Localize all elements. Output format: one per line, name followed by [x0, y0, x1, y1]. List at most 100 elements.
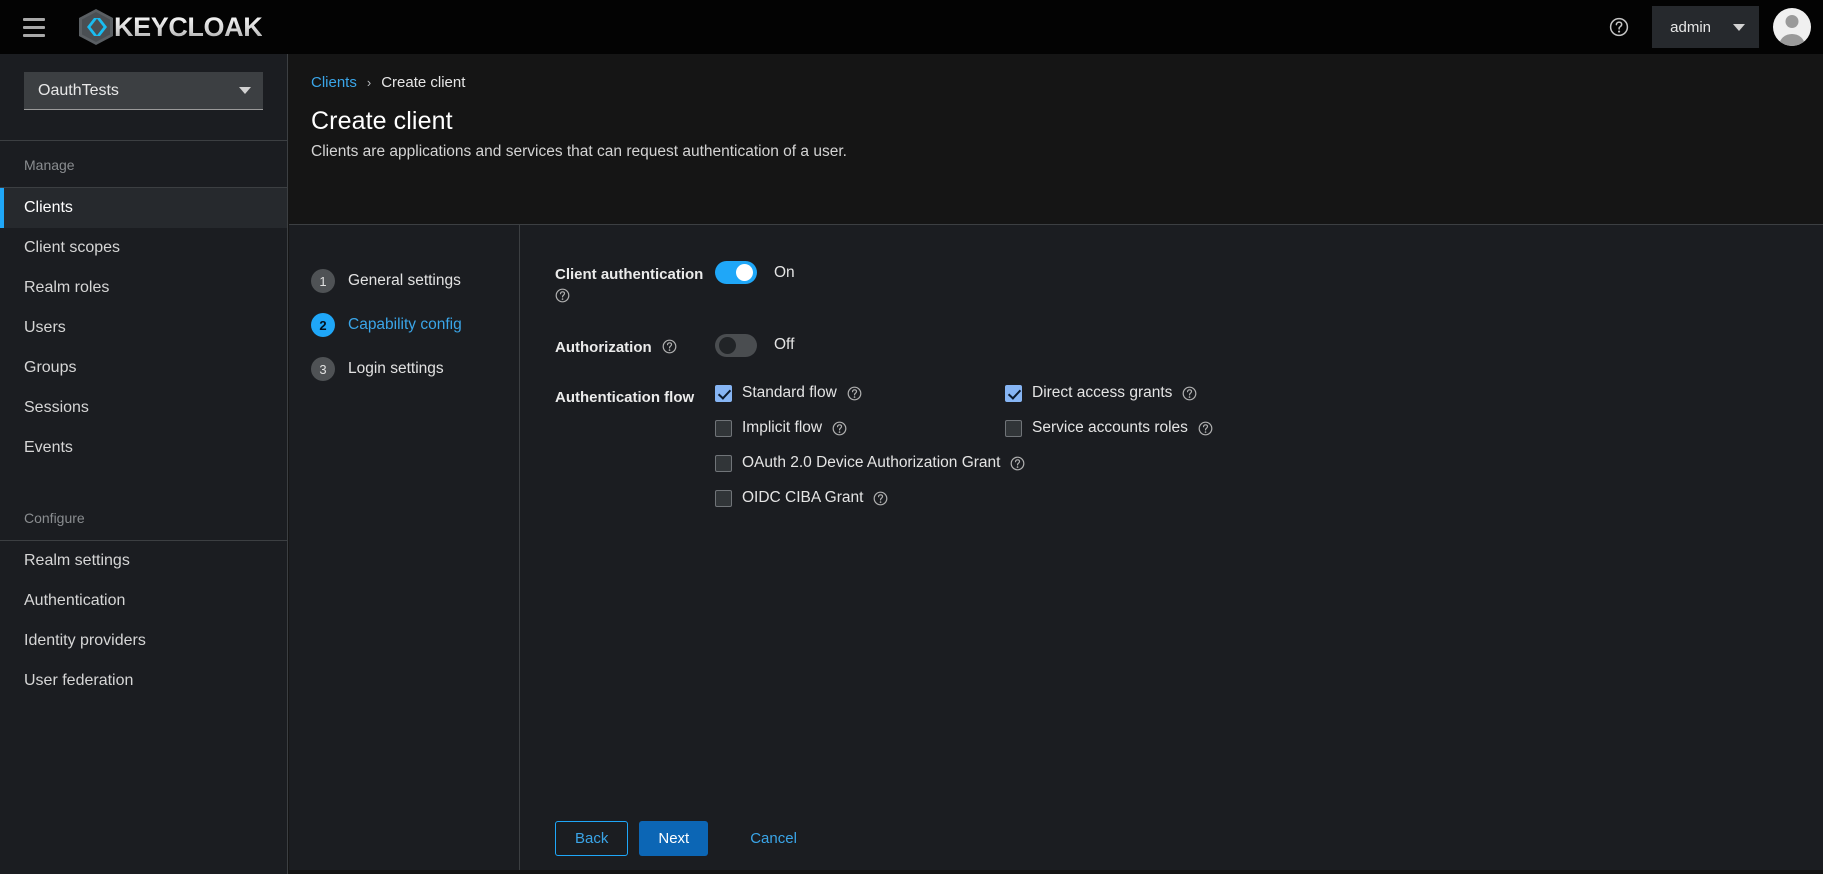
- page-subtitle: Clients are applications and services th…: [311, 143, 847, 160]
- wizard-step-capability-config[interactable]: 2 Capability config: [311, 307, 519, 343]
- checkbox-box: [715, 454, 732, 472]
- help-icon[interactable]: [1598, 6, 1640, 48]
- form-row-client-authentication: Client authentication On: [555, 261, 1823, 308]
- checkbox-label: Implicit flow: [742, 419, 823, 437]
- form-row-authentication-flow: Authentication flow Standard flow Direct…: [555, 384, 1823, 507]
- wizard-footer: Back Next Cancel: [555, 821, 816, 856]
- sidebar-item-label: Identity providers: [24, 632, 146, 649]
- checkbox-box: [715, 419, 732, 437]
- sidebar-item-users[interactable]: Users: [0, 308, 287, 348]
- checkbox-box: [715, 489, 732, 507]
- checkbox-box: [1005, 384, 1022, 402]
- sidebar-item-sessions[interactable]: Sessions: [0, 388, 287, 428]
- wizard-step-login-settings[interactable]: 3 Login settings: [311, 351, 519, 387]
- authentication-flow-checkbox-grid: Standard flow Direct access grants Impli…: [715, 384, 1823, 507]
- authorization-toggle-line: Off: [715, 333, 1823, 357]
- help-circle-icon[interactable]: [1010, 456, 1025, 471]
- sidebar-item-events[interactable]: Events: [0, 428, 287, 468]
- client-authentication-toggle-line: On: [715, 261, 1823, 284]
- realm-selector-value: OauthTests: [38, 81, 119, 99]
- avatar[interactable]: [1773, 8, 1811, 46]
- help-circle-icon[interactable]: [873, 491, 888, 506]
- sidebar-item-authentication[interactable]: Authentication: [0, 581, 287, 621]
- sidebar-item-realm-roles[interactable]: Realm roles: [0, 268, 287, 308]
- authentication-flow-control: Standard flow Direct access grants Impli…: [715, 384, 1823, 507]
- page-header: Clients › Create client Create client Cl…: [289, 54, 1823, 183]
- step-label: General settings: [348, 272, 461, 289]
- create-client-wizard: 1 General settings 2 Capability config 3…: [289, 224, 1823, 874]
- help-circle-icon[interactable]: [832, 421, 847, 436]
- checkbox-standard-flow[interactable]: Standard flow: [715, 384, 1005, 402]
- breadcrumb-link-clients[interactable]: Clients: [311, 74, 357, 91]
- realm-selector[interactable]: OauthTests: [24, 72, 263, 110]
- sidebar-item-label: Realm roles: [24, 279, 110, 296]
- wizard-step-general-settings[interactable]: 1 General settings: [311, 263, 519, 299]
- brand-logo[interactable]: KEYCLOAK: [76, 8, 263, 46]
- checkbox-label: Standard flow: [742, 384, 837, 402]
- user-menu-button[interactable]: admin: [1652, 6, 1759, 48]
- sidebar-item-realm-settings[interactable]: Realm settings: [0, 541, 287, 581]
- step-number: 3: [311, 357, 335, 381]
- step-label: Login settings: [348, 360, 444, 377]
- authorization-label: Authorization: [555, 334, 715, 359]
- hamburger-bar-2: [23, 25, 45, 29]
- checkbox-box: [1005, 419, 1022, 437]
- chevron-right-icon: ›: [366, 75, 372, 90]
- label-text: Authorization: [555, 338, 652, 356]
- realm-selector-wrapper: OauthTests: [0, 54, 287, 140]
- sidebar-item-user-federation[interactable]: User federation: [0, 661, 287, 701]
- step-number: 1: [311, 269, 335, 293]
- help-circle-icon[interactable]: [555, 288, 570, 303]
- sidebar-item-clients[interactable]: Clients: [0, 188, 287, 228]
- next-button[interactable]: Next: [639, 821, 709, 856]
- checkbox-label: OAuth 2.0 Device Authorization Grant: [742, 454, 1001, 472]
- sidebar-item-label: Sessions: [24, 399, 89, 416]
- nav-section-manage-title: Manage: [24, 157, 75, 173]
- main-content: Clients › Create client Create client Cl…: [289, 54, 1823, 874]
- chevron-down-icon: [1733, 23, 1745, 31]
- help-circle-icon[interactable]: [1182, 386, 1197, 401]
- breadcrumb: Clients › Create client: [311, 74, 1823, 91]
- authentication-flow-label: Authentication flow: [555, 384, 715, 507]
- authorization-toggle[interactable]: [715, 333, 757, 357]
- checkbox-oidc-ciba-grant[interactable]: OIDC CIBA Grant: [715, 489, 1823, 507]
- nav-section-configure-title: Configure: [24, 510, 85, 526]
- back-button[interactable]: Back: [555, 821, 629, 856]
- help-circle-icon[interactable]: [847, 386, 862, 401]
- checkbox-label: Direct access grants: [1032, 384, 1173, 402]
- masthead: KEYCLOAK admin: [0, 0, 1823, 54]
- label-text: Authentication flow: [555, 389, 695, 407]
- page-title: Create client: [311, 107, 453, 135]
- checkbox-direct-access-grants[interactable]: Direct access grants: [1005, 384, 1823, 402]
- sidebar-item-label: Events: [24, 439, 73, 456]
- checkbox-label: OIDC CIBA Grant: [742, 489, 864, 507]
- toggle-knob: [719, 336, 736, 354]
- hamburger-icon[interactable]: [12, 5, 56, 49]
- hamburger-bar-3: [23, 33, 45, 37]
- hamburger-bar-1: [23, 17, 45, 21]
- help-circle-icon[interactable]: [662, 339, 677, 354]
- client-authentication-state: On: [774, 263, 795, 281]
- authorization-control: Off: [715, 333, 1823, 359]
- sidebar-item-identity-providers[interactable]: Identity providers: [0, 621, 287, 661]
- client-authentication-toggle[interactable]: [715, 261, 757, 284]
- help-circle-icon[interactable]: [1198, 421, 1213, 436]
- breadcrumb-current: Create client: [381, 74, 466, 91]
- wizard-step-nav: 1 General settings 2 Capability config 3…: [289, 225, 520, 874]
- sidebar-item-label: User federation: [24, 672, 134, 689]
- checkbox-implicit-flow[interactable]: Implicit flow: [715, 419, 1005, 437]
- cancel-button[interactable]: Cancel: [731, 821, 816, 856]
- username-label: admin: [1670, 18, 1711, 36]
- checkbox-oauth-device-authorization-grant[interactable]: OAuth 2.0 Device Authorization Grant: [715, 454, 1823, 472]
- client-authentication-label: Client authentication: [555, 261, 715, 308]
- sidebar-item-label: Authentication: [24, 592, 126, 609]
- step-number: 2: [311, 313, 335, 337]
- checkbox-box: [715, 384, 732, 402]
- sidebar-item-label: Groups: [24, 359, 77, 376]
- sidebar-item-groups[interactable]: Groups: [0, 348, 287, 388]
- sidebar-item-client-scopes[interactable]: Client scopes: [0, 228, 287, 268]
- checkbox-service-accounts-roles[interactable]: Service accounts roles: [1005, 419, 1823, 437]
- sidebar: OauthTests Manage Clients Client scopes …: [0, 54, 288, 874]
- sidebar-item-label: Realm settings: [24, 552, 130, 569]
